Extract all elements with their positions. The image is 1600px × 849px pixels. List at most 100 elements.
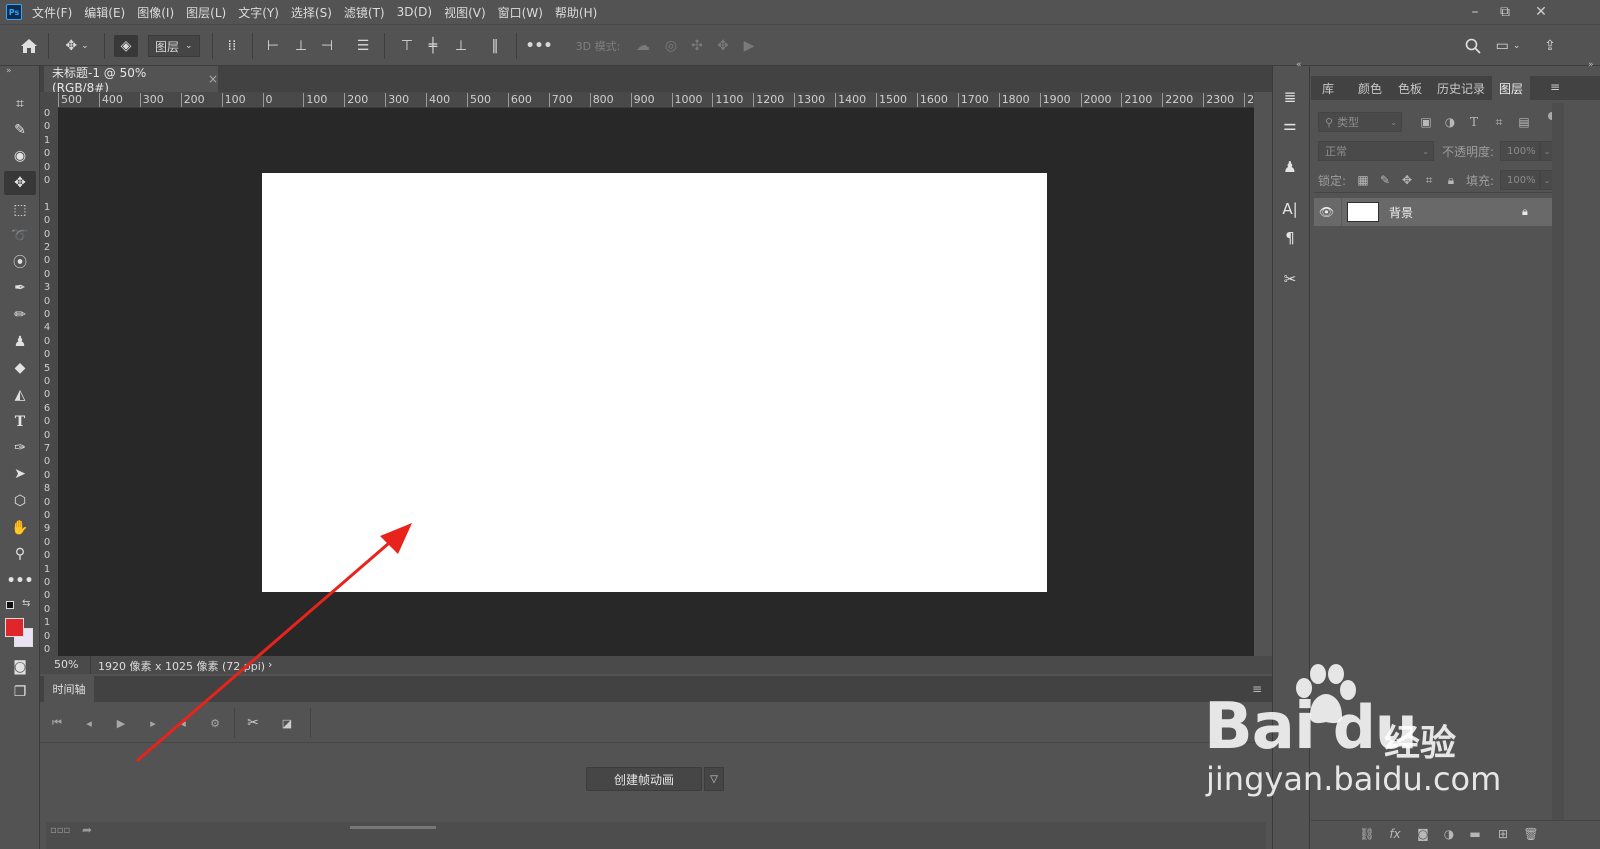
stamp-tool-icon[interactable]: ♟ — [4, 330, 36, 354]
menu-3d[interactable]: 3D(D) — [397, 5, 432, 19]
menu-filter[interactable]: 滤镜(T) — [344, 4, 385, 21]
minimize-button[interactable]: – — [1458, 0, 1492, 24]
workspace-icon[interactable]: ▭ ⌄ — [1492, 35, 1524, 57]
distribute-v-icon[interactable]: ☰ — [354, 35, 372, 57]
tab-swatches[interactable]: 色板 — [1390, 76, 1430, 100]
menu-view[interactable]: 视图(V) — [444, 4, 486, 21]
align-left-icon[interactable]: ⊢ — [264, 35, 282, 57]
menu-type[interactable]: 文字(Y) — [238, 4, 279, 21]
lasso-tool-icon[interactable]: ➰ — [4, 224, 36, 248]
marquee-tool-icon[interactable]: ⬚ — [4, 198, 36, 222]
healing-brush-tool-icon[interactable]: ✎ — [4, 118, 36, 142]
next-frame-icon[interactable]: ▸ — [140, 712, 166, 734]
brush-settings-icon[interactable]: ≣ — [1278, 86, 1302, 108]
filter-type-icon[interactable]: T — [1466, 114, 1482, 130]
screen-mode-icon[interactable]: ❐ — [4, 680, 36, 704]
menu-select[interactable]: 选择(S) — [291, 4, 332, 21]
search-icon[interactable] — [1462, 35, 1484, 57]
home-icon[interactable] — [16, 35, 42, 57]
right-collapse-icon[interactable]: » — [1588, 60, 1594, 70]
lock-transparent-icon[interactable]: ▦ — [1355, 172, 1371, 188]
patch-tool-icon[interactable]: ◉ — [4, 144, 36, 168]
menu-help[interactable]: 帮助(H) — [555, 4, 597, 21]
swap-colors-icon[interactable]: ⇆ — [22, 598, 30, 609]
crop-tool-icon[interactable]: ⌗ — [4, 92, 36, 116]
tab-layers[interactable]: 图层 — [1492, 76, 1530, 100]
collapse-icon[interactable]: » — [6, 66, 12, 76]
document-tab[interactable]: 未标题-1 @ 50%(RGB/8#) × — [44, 66, 218, 95]
pen-tool-icon[interactable]: ✑ — [4, 436, 36, 460]
eraser-tool-icon[interactable]: ◆ — [4, 356, 36, 380]
create-frame-animation-button[interactable]: 创建帧动画 — [586, 767, 702, 791]
filter-shape-icon[interactable]: ⌗ — [1491, 114, 1507, 130]
timeline-tab[interactable]: 时间轴 — [44, 676, 94, 702]
delete-layer-icon[interactable]: 🗑︎ — [1523, 826, 1539, 842]
zoom-level[interactable]: 50% — [54, 658, 78, 671]
transition-icon[interactable]: ◪ — [274, 712, 300, 734]
quick-mask-icon[interactable]: ◙ — [4, 655, 36, 679]
lock-position-icon[interactable]: ✥ — [1399, 172, 1415, 188]
brush-tool-icon[interactable]: ✏ — [4, 303, 36, 327]
menu-file[interactable]: 文件(F) — [32, 4, 72, 21]
frame-grid-icon[interactable]: ▫▫▫ — [50, 825, 70, 836]
tool-presets-icon[interactable]: ✂ — [1278, 268, 1302, 290]
first-frame-icon[interactable]: ⏮ — [44, 712, 70, 734]
menu-edit[interactable]: 编辑(E) — [84, 4, 125, 21]
fx-icon[interactable]: fx — [1387, 826, 1403, 842]
shape-tool-icon[interactable]: ⬡ — [4, 489, 36, 513]
more-options-icon[interactable]: ••• — [526, 35, 553, 57]
layer-filter-dropdown[interactable]: ⚲ 类型 ⌄ — [1318, 112, 1402, 132]
document-canvas[interactable] — [262, 173, 1047, 592]
layers-scrollbar[interactable] — [1552, 103, 1564, 823]
tab-libraries[interactable]: 库 — [1314, 76, 1342, 100]
align-right-icon[interactable]: ⊣ — [318, 35, 336, 57]
blend-mode-dropdown[interactable]: 正常 ⌄ — [1318, 141, 1434, 161]
lock-image-icon[interactable]: ✎ — [1377, 172, 1393, 188]
foreground-color-swatch[interactable] — [5, 618, 24, 637]
tab-history[interactable]: 历史记录 — [1432, 76, 1490, 100]
menu-layer[interactable]: 图层(L) — [186, 4, 226, 21]
character-icon[interactable]: A| — [1278, 198, 1302, 220]
type-tool-icon[interactable]: T — [4, 410, 36, 434]
paragraph-icon[interactable]: ¶ — [1278, 227, 1302, 249]
fill-input[interactable]: 100% — [1500, 170, 1540, 190]
add-mask-icon[interactable]: ◙ — [1415, 826, 1431, 842]
path-select-tool-icon[interactable]: ➤ — [4, 462, 36, 486]
new-group-icon[interactable]: ▬ — [1467, 826, 1483, 842]
status-menu-arrow[interactable]: › — [268, 658, 272, 671]
settings-icon[interactable]: ⚙ — [202, 712, 228, 734]
menu-window[interactable]: 窗口(W) — [498, 4, 543, 21]
filter-adjustment-icon[interactable]: ◑ — [1442, 114, 1458, 130]
close-window-button[interactable]: ✕ — [1524, 0, 1558, 24]
lock-artboard-icon[interactable]: ⌗ — [1421, 172, 1437, 188]
align-top-icon[interactable]: ⊤ — [398, 35, 416, 57]
default-colors-icon[interactable] — [6, 601, 14, 609]
distribute-h-icon[interactable]: ‖ — [486, 35, 504, 57]
eye-icon[interactable]: 👁︎ — [1319, 205, 1334, 219]
audio-icon[interactable]: ◂ — [170, 712, 196, 734]
zoom-slider[interactable] — [350, 826, 436, 829]
move-tool-icon[interactable]: ✥ — [4, 171, 36, 195]
move-icon[interactable]: ✥ ⌄ — [58, 35, 96, 57]
share-icon[interactable]: ⇪ — [1538, 35, 1562, 57]
link-layers-icon[interactable]: ⛓ — [1359, 826, 1375, 842]
auto-select-icon[interactable]: ◈ — [114, 35, 138, 57]
quick-select-tool-icon[interactable]: ⦿ — [4, 250, 36, 274]
panel-menu-icon[interactable]: ≡ — [1550, 80, 1560, 94]
convert-icon[interactable]: ➦ — [82, 823, 92, 837]
split-scissors-icon[interactable]: ✂ — [240, 712, 266, 734]
new-adjustment-icon[interactable]: ◑ — [1441, 826, 1457, 842]
new-layer-icon[interactable]: ⊞ — [1495, 826, 1511, 842]
tab-color[interactable]: 颜色 — [1350, 76, 1390, 100]
transform-controls-icon[interactable]: ⁞⁞ — [222, 35, 242, 57]
canvas-scrollbar[interactable] — [1254, 92, 1272, 656]
prev-frame-icon[interactable]: ◂ — [76, 712, 102, 734]
clone-source-icon[interactable]: ♟ — [1278, 156, 1302, 178]
eyedropper-tool-icon[interactable]: ✒ — [4, 276, 36, 300]
restore-button[interactable]: ⧉ — [1488, 0, 1522, 24]
zoom-tool-icon[interactable]: ⚲ — [4, 542, 36, 566]
auto-select-dropdown[interactable]: 图层 ⌄ — [148, 35, 200, 57]
dock-collapse-icon[interactable]: « — [1296, 60, 1302, 70]
opacity-input[interactable]: 100% — [1500, 141, 1540, 161]
play-icon[interactable]: ▶ — [108, 712, 134, 734]
